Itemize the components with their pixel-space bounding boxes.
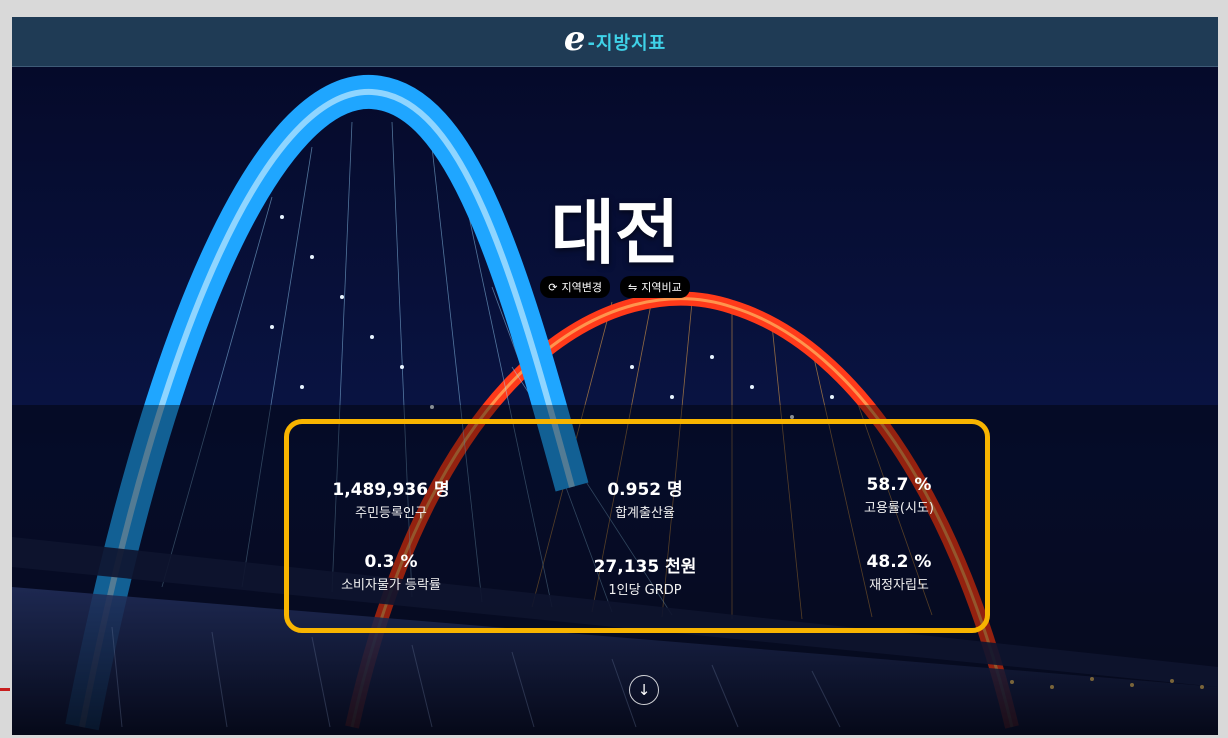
change-region-button[interactable]: ⟳ 지역변경 <box>540 276 610 298</box>
compare-region-button[interactable]: ⇋ 지역비교 <box>620 276 690 298</box>
scroll-down-button[interactable]: ↓ <box>629 675 659 705</box>
refresh-icon: ⟳ <box>548 280 558 294</box>
change-region-label: 지역변경 <box>561 281 602 294</box>
app-window: e -지방지표 대전 ⟳ 지역변경 ⇋ 지역비교 1,489,936 명 주민등… <box>12 17 1218 735</box>
logo-e-glyph: e <box>563 18 586 59</box>
region-actions: ⟳ 지역변경 ⇋ 지역비교 <box>12 276 1218 298</box>
region-title: 대전 <box>550 192 680 274</box>
compare-region-label: 지역비교 <box>641 281 682 294</box>
top-header: e -지방지표 <box>12 17 1218 67</box>
stats-highlight-box <box>284 419 990 633</box>
site-logo[interactable]: e -지방지표 <box>564 22 667 56</box>
hero-section: 대전 ⟳ 지역변경 ⇋ 지역비교 1,489,936 명 주민등록인구 0.95… <box>12 67 1218 735</box>
arrow-down-icon: ↓ <box>637 681 651 699</box>
compare-icon: ⇋ <box>628 280 638 294</box>
page-edge-marker <box>0 688 10 691</box>
logo-text: -지방지표 <box>587 32 667 54</box>
